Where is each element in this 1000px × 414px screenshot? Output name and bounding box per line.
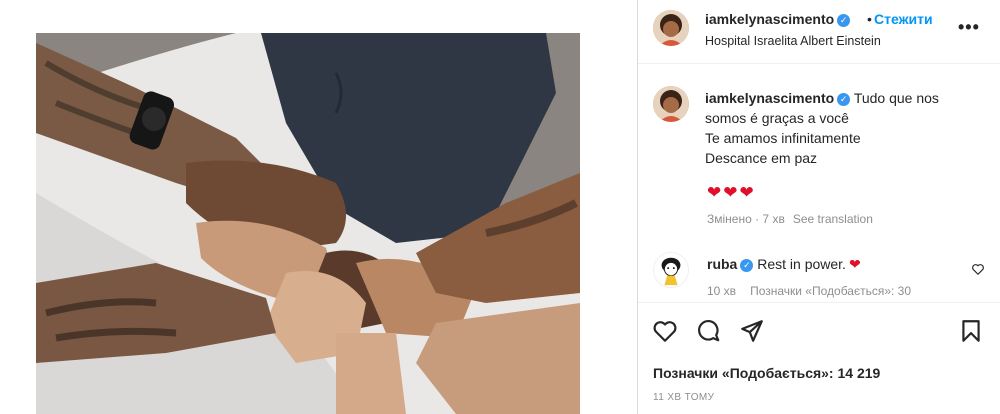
comment-time: 10 хв — [707, 284, 737, 298]
comment-likes-link[interactable]: Позначки «Подобається»: 30 — [750, 284, 911, 298]
comment-body: Rest in power. — [757, 256, 846, 272]
paper-plane-icon[interactable] — [739, 318, 765, 344]
comment-bubble-icon[interactable] — [696, 318, 722, 344]
post-likes-count[interactable]: Позначки «Подобається»: 14 219 — [653, 365, 880, 381]
follow-button[interactable]: Стежити — [874, 11, 933, 27]
author-username[interactable]: iamkelynascimento ✓ — [705, 11, 851, 27]
more-options-icon[interactable]: ••• — [958, 17, 980, 37]
verified-badge-icon: ✓ — [837, 14, 851, 27]
see-translation-link[interactable]: See translation — [793, 212, 873, 226]
post-time-ago: 11 ХВ ТОМУ — [653, 392, 715, 403]
post-location[interactable]: Hospital Israelita Albert Einstein — [705, 34, 881, 48]
caption-text: iamkelynascimento ✓ Tudo que nos somos é … — [705, 88, 980, 168]
author-avatar[interactable] — [653, 10, 689, 46]
comment-text: ruba ✓ Rest in power. ❤ — [707, 256, 861, 273]
post-header: iamkelynascimento ✓ • Стежити Hospital Is… — [638, 0, 1000, 64]
bookmark-icon[interactable] — [958, 318, 984, 344]
post-photo-image — [36, 33, 580, 414]
comment-meta: 10 хв Позначки «Подобається»: 30 — [707, 284, 911, 298]
media-pane — [0, 0, 637, 414]
heart-outline-icon[interactable] — [652, 318, 678, 344]
caption-meta: Змінено · 7 хв See translation — [707, 212, 873, 226]
post-photo[interactable] — [36, 33, 580, 414]
commenter-avatar[interactable] — [653, 252, 689, 288]
post-side-panel: iamkelynascimento ✓ • Стежити Hospital Is… — [638, 0, 1000, 414]
header-separator: • — [867, 11, 872, 27]
caption-line-2: somos é graças a você — [705, 110, 849, 126]
verified-badge-icon: ✓ — [740, 259, 754, 272]
caption-edited-time: Змінено · 7 хв — [707, 212, 785, 226]
actions-divider — [638, 302, 1000, 303]
caption-line-3: Te amamos infinitamente — [705, 130, 861, 146]
caption-line-4: Descance em paz — [705, 150, 818, 166]
caption-author-avatar[interactable] — [653, 86, 689, 122]
caption-line-1: Tudo que nos — [853, 90, 939, 106]
caption-username[interactable]: iamkelynascimento — [705, 90, 834, 106]
comment-username[interactable]: ruba — [707, 256, 737, 272]
comment-like-icon[interactable] — [971, 262, 985, 276]
caption-hearts: ❤❤❤ — [707, 183, 756, 202]
verified-badge-icon: ✓ — [837, 93, 851, 106]
comment-heart-emoji: ❤ — [848, 256, 861, 272]
